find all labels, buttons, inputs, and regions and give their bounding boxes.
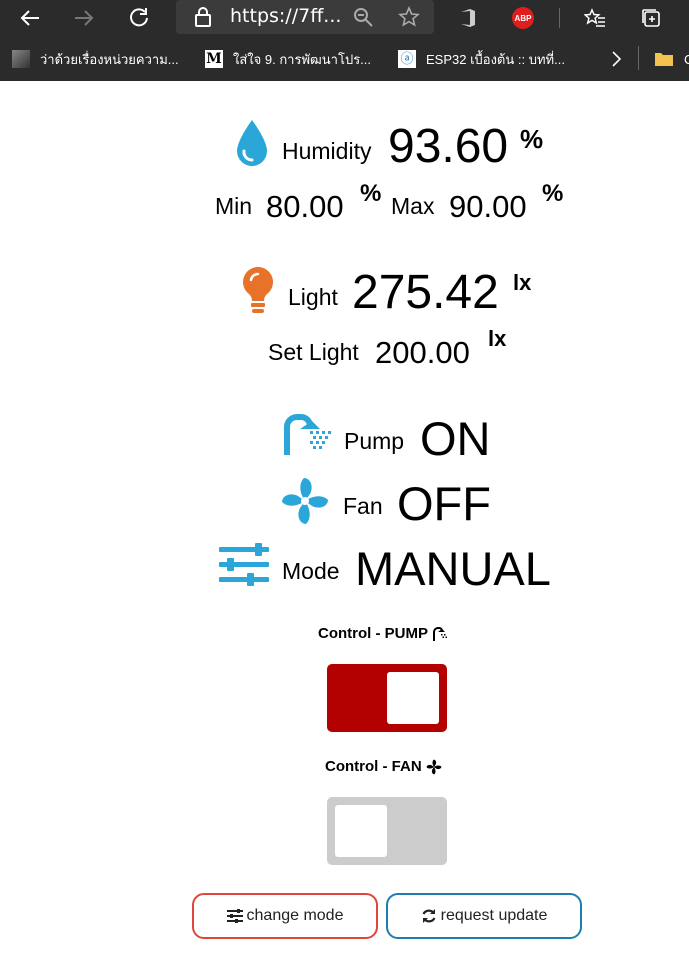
humidity-min-unit: % (360, 180, 382, 207)
humidity-unit: % (520, 124, 544, 154)
abp-badge: ABP (514, 13, 532, 23)
bookmark-item[interactable]: ⓐ ESP32 เบื้องต้น :: บทที่... (398, 49, 578, 69)
url-text[interactable]: https://7ff... (230, 5, 341, 27)
chevron-right-icon (612, 51, 622, 67)
humidity-max-label: Max (391, 193, 435, 219)
favorite-star-icon (398, 6, 420, 27)
pump-toggle-switch[interactable] (327, 664, 447, 732)
set-light-label: Set Light (268, 339, 359, 365)
bookmark-label: ใส่ใจ 9. การพัฒนาโปร... (233, 51, 372, 67)
address-bar[interactable]: https://7ff... (176, 0, 434, 34)
refresh-icon (130, 8, 148, 27)
lock-icon (195, 7, 211, 27)
site-favicon-icon: ⓐ (398, 50, 416, 68)
shower-icon (284, 414, 331, 455)
fan-toggle-switch[interactable] (327, 797, 447, 865)
bookmarks-divider (638, 46, 639, 70)
humidity-max-value: 90.00 (449, 189, 527, 224)
light-unit: lx (513, 270, 532, 295)
other-bookmarks-folder[interactable]: C (654, 49, 689, 69)
bookmark-item[interactable]: ว่าด้วยเรื่องหน่วยความ... (12, 49, 192, 69)
folder-label: C (684, 51, 689, 67)
pump-label: Pump (344, 428, 405, 454)
favorites-button[interactable] (578, 2, 612, 34)
collections-button[interactable] (634, 2, 668, 34)
control-pump-title: Control - PUMP (318, 625, 448, 642)
humidity-max-unit: % (542, 180, 564, 207)
water-drop-icon (237, 120, 267, 166)
set-light-unit: lx (488, 326, 507, 351)
set-light-value: 200.00 (375, 335, 470, 370)
toggle-knob (335, 805, 387, 857)
fan-icon (282, 478, 328, 524)
humidity-min-value: 80.00 (266, 189, 344, 224)
fan-label: Fan (343, 493, 383, 519)
arrow-left-icon (20, 10, 39, 26)
toolbar-divider (559, 8, 560, 28)
humidity-min-label: Min (215, 193, 253, 219)
refresh-small-icon (422, 909, 436, 923)
office-icon (461, 9, 475, 27)
zoom-icon (354, 8, 373, 27)
bookmarks-overflow-button[interactable] (610, 49, 622, 69)
request-update-button[interactable]: request update (386, 893, 582, 939)
control-fan-label: Control - FAN (325, 758, 422, 775)
light-bulb-icon (243, 267, 273, 313)
browser-toolbar: https://7ff... ABP (0, 0, 689, 36)
adblock-extension-button[interactable]: ABP (506, 2, 540, 34)
bookmarks-bar: ว่าด้วยเรื่องหน่วยความ... M ใส่ใจ 9. การ… (0, 36, 689, 81)
bookmark-item[interactable]: M ใส่ใจ 9. การพัฒนาโปร... (205, 49, 385, 69)
mode-state: MANUAL (355, 542, 551, 595)
humidity-value: 93.60 (388, 120, 509, 173)
mode-label: Mode (282, 558, 340, 584)
back-button[interactable] (13, 2, 47, 34)
photo-favicon-icon (12, 50, 30, 68)
office-extension-button[interactable] (451, 2, 485, 34)
humidity-label: Humidity (282, 138, 372, 164)
fan-small-icon (426, 759, 442, 774)
shower-small-icon (433, 626, 447, 641)
medium-favicon-icon: M (205, 50, 223, 68)
refresh-button[interactable] (122, 2, 156, 34)
folder-icon (655, 53, 673, 66)
pump-state: ON (420, 412, 491, 465)
change-mode-label: change mode (246, 907, 344, 924)
toggle-knob (387, 672, 439, 724)
fan-state: OFF (397, 477, 491, 530)
bookmark-label: ESP32 เบื้องต้น :: บทที่... (426, 51, 565, 67)
light-value: 275.42 (352, 266, 499, 319)
sliders-icon (219, 543, 269, 586)
forward-button[interactable] (67, 2, 101, 34)
request-update-label: request update (440, 907, 548, 924)
change-mode-button[interactable]: change mode (192, 893, 378, 939)
abp-icon: ABP (512, 7, 534, 29)
control-fan-title: Control - FAN (325, 758, 442, 775)
bookmark-label: ว่าด้วยเรื่องหน่วยความ... (40, 51, 179, 67)
favorites-list-icon (584, 8, 605, 27)
sliders-small-icon (226, 909, 243, 923)
collections-icon (642, 9, 660, 27)
light-label: Light (288, 284, 338, 310)
control-pump-label: Control - PUMP (318, 625, 428, 642)
arrow-right-icon (75, 10, 94, 26)
